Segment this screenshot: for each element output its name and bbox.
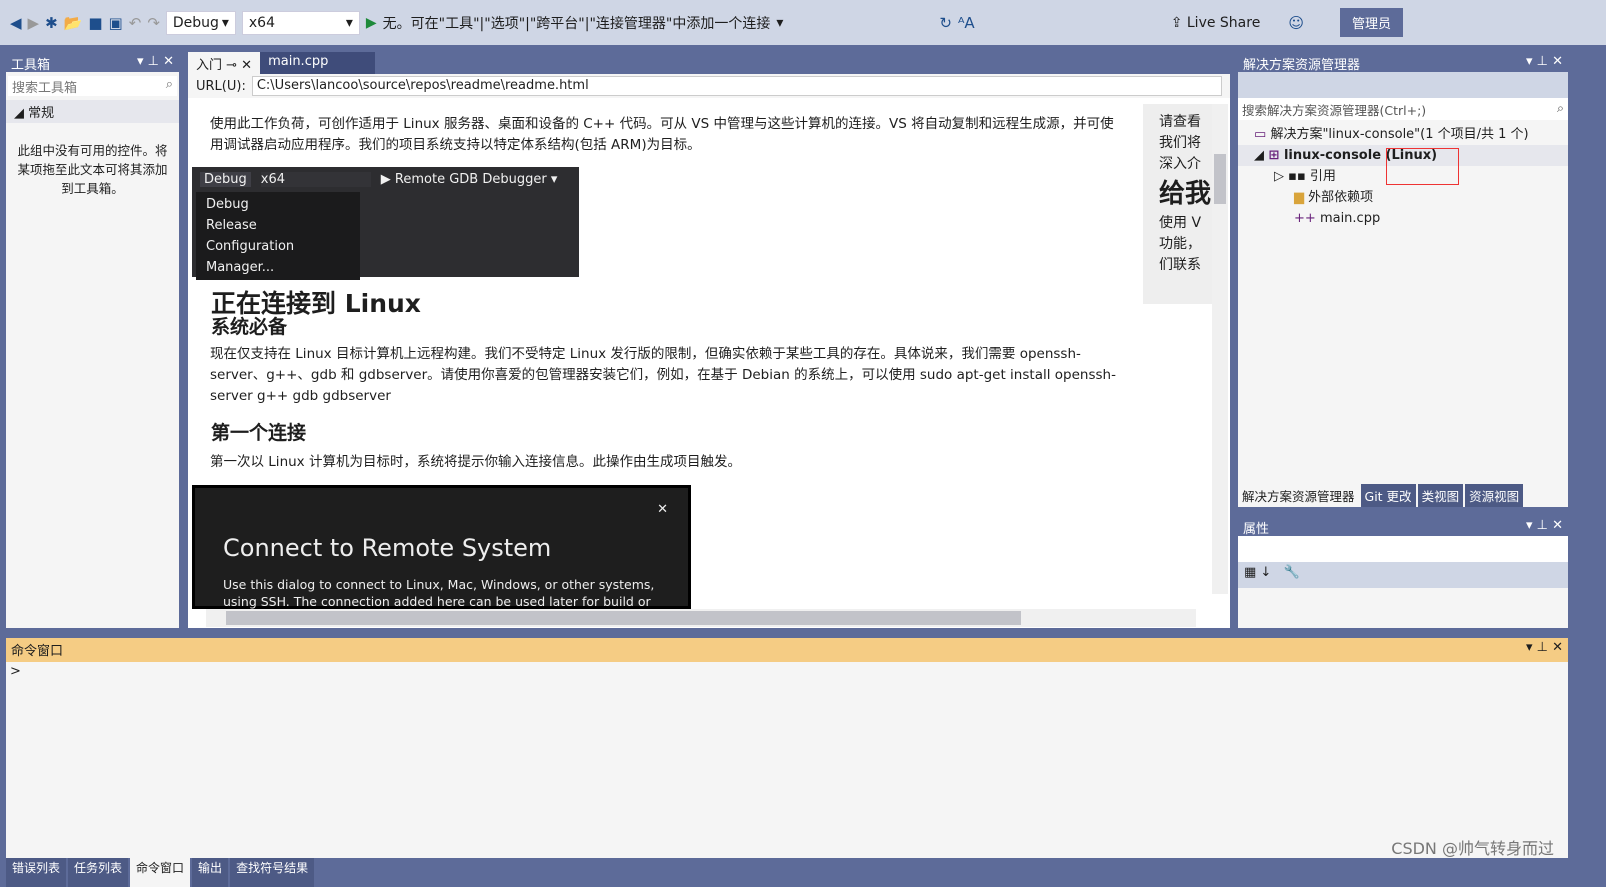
side-heading: 给我 bbox=[1159, 179, 1212, 209]
feedback-icon[interactable]: ☺ bbox=[1288, 14, 1304, 32]
toolbox-empty-text: 此组中没有可用的控件。将某项拖至此文本可将其添加到工具箱。 bbox=[17, 143, 168, 196]
tab-class-view[interactable]: 类视图 bbox=[1417, 484, 1464, 507]
heading-prereq: 系统必备 bbox=[211, 316, 288, 338]
tab-command-window[interactable]: 命令窗口 bbox=[130, 858, 191, 887]
screenshot-image: Debug x64 ▶ Remote GDB Debugger ▾ Debug Rel… bbox=[192, 167, 579, 280]
properties-toolbar[interactable]: ▦ ↓ 🔧 bbox=[1238, 562, 1568, 588]
side-line: 使用 V bbox=[1159, 215, 1202, 231]
new-project-icon[interactable]: ✱ bbox=[45, 14, 58, 32]
close-icon[interactable]: ▾ ⊥ ✕ bbox=[1526, 54, 1563, 70]
config-select[interactable]: Debug ▾ bbox=[165, 10, 236, 35]
side-panel: 请查看 我们将 深入介 给我 使用 V 功能， 们联系 bbox=[1143, 104, 1212, 304]
close-icon[interactable]: ▾ ⊥ ✕ bbox=[137, 54, 174, 70]
command-window: 命令窗口 ▾ ⊥ ✕ > bbox=[6, 638, 1568, 858]
run-target[interactable]: 无。可在"工具"|"选项"|"跨平台"|"连接管理器"中添加一个连接 bbox=[383, 13, 771, 33]
run-icon[interactable]: ▶ bbox=[366, 15, 377, 31]
search-icon: ⌕ bbox=[165, 77, 173, 92]
tab-task-list[interactable]: 任务列表 bbox=[68, 858, 129, 887]
vertical-scrollbar[interactable] bbox=[1212, 104, 1228, 594]
intro-text: 使用此工作负荷，可创作适用于 Linux 服务器、桌面和设备的 C++ 代码。可… bbox=[210, 116, 1114, 153]
solution-search[interactable]: 搜索解决方案资源管理器(Ctrl+;) ⌕ bbox=[1238, 98, 1568, 120]
url-input[interactable]: C:\Users\lancoo\source\repos\readme\read… bbox=[251, 76, 1222, 96]
bottom-tabs: 错误列表 任务列表 命令窗口 输出 查找符号结果 bbox=[6, 858, 315, 887]
url-label: URL(U): bbox=[196, 78, 246, 94]
tab-resource-view[interactable]: 资源视图 bbox=[1465, 484, 1524, 507]
connect-dialog-image: ✕ Connect to Remote System Use this dial… bbox=[192, 485, 691, 626]
config-value: Debug bbox=[172, 14, 219, 31]
forward-icon[interactable]: ▶ bbox=[28, 14, 40, 32]
redo-icon[interactable]: ↷ bbox=[147, 14, 160, 32]
toolbox-search-placeholder: 搜索工具箱 bbox=[12, 81, 78, 96]
live-share-label: Live Share bbox=[1186, 14, 1261, 31]
highlight-box bbox=[1386, 148, 1459, 185]
properties-panel: 属性 ▾ ⊥ ✕ ▦ ↓ 🔧 bbox=[1238, 516, 1568, 628]
side-line: 我们将 bbox=[1159, 135, 1201, 151]
toolbox-panel: 工具箱 ▾ ⊥ ✕ 搜索工具箱 ⌕ ◢ 常规 此组中没有可用的控件。将某项拖至此文本… bbox=[6, 52, 179, 628]
tab-git-changes[interactable]: Git 更改 bbox=[1360, 484, 1416, 507]
editor-area: 入门 ⊸ ✕ main.cpp URL(U): C:\Users\lancoo\s… bbox=[188, 52, 1230, 628]
tab-output[interactable]: 输出 bbox=[192, 858, 229, 887]
save-icon[interactable]: ■ bbox=[88, 14, 102, 32]
live-share-button[interactable]: ⇪ Live Share bbox=[1171, 15, 1261, 31]
main-toolbar: ◀ ▶ ✱ 📂 ■ ▣ ↶ ↷ Debug ▾ x64 ▾ ▶ 无。可在"工具"|"… bbox=[0, 0, 1606, 45]
command-input[interactable]: > bbox=[6, 662, 1568, 681]
search-icon: ⌕ bbox=[1556, 100, 1564, 115]
undo-icon[interactable]: ↶ bbox=[129, 14, 142, 32]
tab-getting-started[interactable]: 入门 ⊸ ✕ bbox=[188, 52, 261, 74]
solution-explorer: 解决方案资源管理器 ▾ ⊥ ✕ 搜索解决方案资源管理器(Ctrl+;) ⌕ ▭ 解决… bbox=[1238, 52, 1568, 507]
horizontal-scrollbar[interactable] bbox=[206, 609, 1196, 627]
open-icon[interactable]: 📂 bbox=[64, 14, 83, 32]
solution-title: 解决方案资源管理器 bbox=[1243, 58, 1361, 73]
close-icon[interactable]: ▾ ⊥ ✕ bbox=[1526, 640, 1563, 660]
tab-find-symbol[interactable]: 查找符号结果 bbox=[230, 858, 315, 887]
toolbox-title: 工具箱 bbox=[11, 58, 51, 73]
side-line: 功能， bbox=[1159, 236, 1201, 252]
close-icon[interactable]: ▾ ⊥ ✕ bbox=[1526, 518, 1563, 534]
back-icon[interactable]: ◀ bbox=[10, 14, 22, 32]
solution-toolbar bbox=[1238, 72, 1568, 98]
platform-select[interactable]: x64 ▾ bbox=[241, 10, 360, 35]
side-line: 请查看 bbox=[1159, 114, 1201, 130]
tab-error-list[interactable]: 错误列表 bbox=[6, 858, 67, 887]
side-line: 们联系 bbox=[1159, 257, 1201, 273]
toolbox-search[interactable]: 搜索工具箱 ⌕ bbox=[8, 76, 177, 96]
prereq-text: 现在仅支持在 Linux 目标计算机上远程构建。我们不受特定 Linux 发行版… bbox=[210, 346, 1116, 404]
watermark: CSDN @帅气转身而过 bbox=[1391, 839, 1554, 858]
group-label: 常规 bbox=[28, 106, 55, 121]
toolbox-group[interactable]: ◢ 常规 bbox=[6, 100, 179, 123]
tree-item-main-cpp[interactable]: ++ main.cpp bbox=[1254, 208, 1552, 229]
admin-badge[interactable]: 管理员 bbox=[1339, 8, 1403, 37]
save-all-icon[interactable]: ▣ bbox=[109, 14, 123, 32]
side-line: 深入介 bbox=[1159, 156, 1201, 172]
tab-solution-explorer[interactable]: 解决方案资源管理器 bbox=[1238, 484, 1359, 507]
tab-main-cpp[interactable]: main.cpp bbox=[260, 52, 376, 74]
command-title: 命令窗口 bbox=[11, 644, 64, 659]
solution-root[interactable]: ▭ 解决方案"linux-console"(1 个项目/共 1 个) bbox=[1254, 124, 1552, 145]
font-icon[interactable]: ᴬA bbox=[958, 14, 975, 32]
platform-value: x64 bbox=[248, 14, 275, 31]
tree-item-external-deps[interactable]: ▆ 外部依赖项 bbox=[1254, 187, 1552, 208]
first-connection-text: 第一次以 Linux 计算机为目标时，系统将提示你输入连接信息。此操作由生成项目… bbox=[210, 454, 741, 470]
refresh-icon[interactable]: ↻ bbox=[939, 14, 952, 32]
heading-first-connection: 第一个连接 bbox=[211, 422, 307, 444]
properties-title: 属性 bbox=[1243, 522, 1270, 537]
